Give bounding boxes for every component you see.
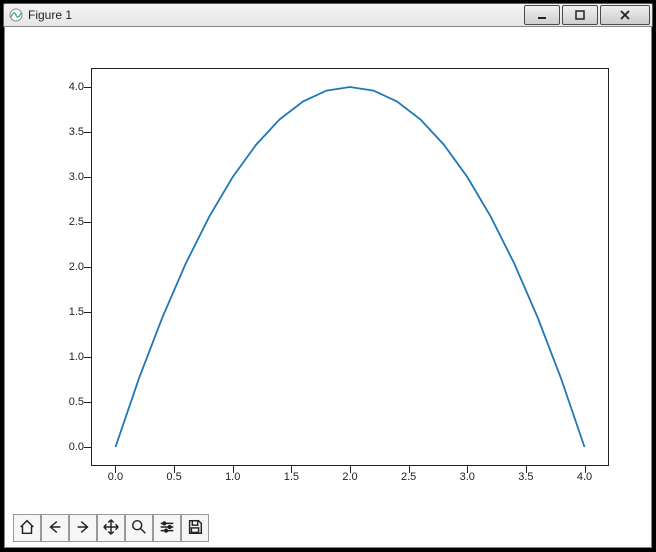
back-button[interactable] — [41, 514, 69, 542]
configure-button[interactable] — [153, 514, 181, 542]
y-tick-label: 3.5 — [54, 126, 84, 138]
series-line — [116, 87, 585, 447]
x-tick-label: 3.5 — [511, 471, 541, 483]
figure-window: Figure 1 0.0 0.5 1.0 1.5 2.0 2.5 3.0 3.5 4.0 0.0 0… — [0, 0, 656, 552]
x-tick-label: 2.0 — [335, 471, 365, 483]
maximize-button[interactable] — [562, 5, 598, 25]
arrow-left-icon — [46, 518, 64, 539]
y-tick — [84, 267, 92, 269]
y-tick — [84, 447, 92, 449]
sliders-icon — [158, 518, 176, 539]
y-tick — [84, 402, 92, 404]
y-tick-label: 2.5 — [54, 216, 84, 228]
y-tick — [84, 177, 92, 179]
figure-content: 0.0 0.5 1.0 1.5 2.0 2.5 3.0 3.5 4.0 0.0 0.5 1.0 1.5 2… — [4, 26, 652, 548]
x-tick-label: 0.5 — [159, 471, 189, 483]
zoom-icon — [130, 518, 148, 539]
y-tick-label: 3.0 — [54, 171, 84, 183]
home-icon — [18, 518, 36, 539]
y-tick — [84, 312, 92, 314]
axes[interactable]: 0.00.51.01.52.02.53.03.54.00.00.51.01.52… — [91, 68, 609, 466]
x-tick-label: 1.5 — [276, 471, 306, 483]
close-button[interactable] — [600, 5, 650, 25]
y-tick-label: 2.0 — [54, 261, 84, 273]
arrow-right-icon — [74, 518, 92, 539]
window-title: Figure 1 — [28, 8, 72, 22]
y-tick — [84, 222, 92, 224]
pan-button[interactable] — [97, 514, 125, 542]
zoom-button[interactable] — [125, 514, 153, 542]
y-tick-label: 1.5 — [54, 306, 84, 318]
y-tick-label: 1.0 — [54, 351, 84, 363]
x-tick-label: 3.0 — [452, 471, 482, 483]
plot-canvas: 0.0 0.5 1.0 1.5 2.0 2.5 3.0 3.5 4.0 0.0 0.5 1.0 1.5 2… — [13, 35, 643, 505]
app-icon — [8, 7, 24, 23]
save-button[interactable] — [181, 514, 209, 542]
save-icon — [186, 518, 204, 539]
y-tick — [84, 132, 92, 134]
minimize-button[interactable] — [524, 5, 560, 25]
move-icon — [102, 518, 120, 539]
y-tick — [84, 357, 92, 359]
y-tick — [84, 87, 92, 89]
y-tick-label: 0.0 — [54, 441, 84, 453]
y-tick-label: 4.0 — [54, 81, 84, 93]
x-tick-label: 1.0 — [218, 471, 248, 483]
nav-toolbar — [13, 513, 643, 543]
home-button[interactable] — [13, 514, 41, 542]
x-tick-label: 0.0 — [100, 471, 130, 483]
forward-button[interactable] — [69, 514, 97, 542]
titlebar[interactable]: Figure 1 — [3, 3, 653, 27]
y-tick-label: 0.5 — [54, 396, 84, 408]
x-tick-label: 2.5 — [394, 471, 424, 483]
line-plot — [92, 69, 608, 465]
x-tick-label: 4.0 — [570, 471, 600, 483]
